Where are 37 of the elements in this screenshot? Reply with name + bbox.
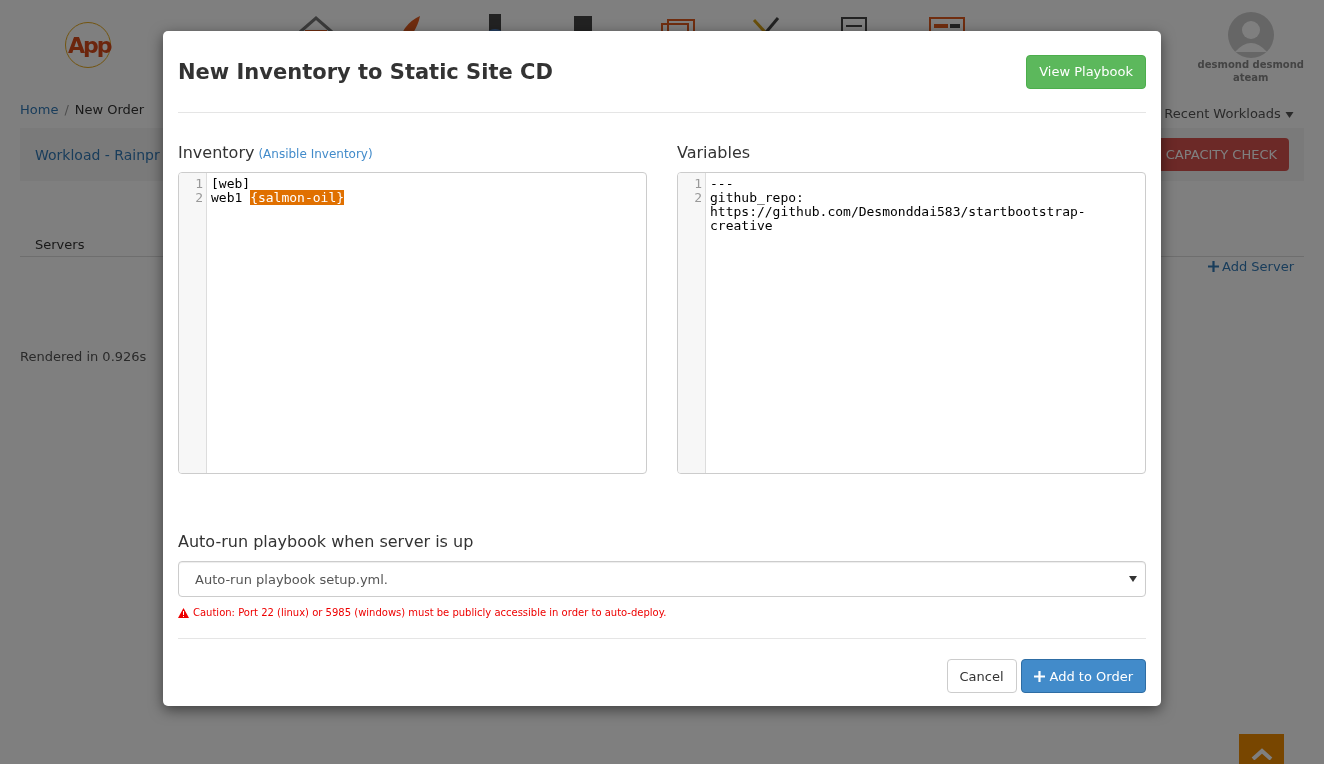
editor-label: Inventory [178,143,255,162]
line-number: 2 [194,191,204,205]
breadcrumb-separator: / [64,101,69,117]
render-time: Rendered in 0.926s [19,348,148,364]
tab[interactable]: Servers [20,233,100,256]
autorun-label: Auto-run playbook when server is up [178,532,475,551]
chevron-up-icon [1250,748,1273,760]
code-text: --- [710,176,734,191]
recent-workloads-dropdown[interactable]: Recent Workloads [1164,105,1294,121]
user-name: desmond desmond [1197,58,1304,71]
cancel-button[interactable]: Cancel [946,659,1017,693]
view-playbook-button[interactable]: View Playbook [1026,54,1146,89]
caution-text: Caution: Port 22 (linux) or 5985 (windows) must be publicly accessible in order to auto-deploy. [193,607,667,618]
add-to-order-button[interactable]: Add to Order [1020,659,1146,693]
warning-icon [178,607,189,618]
code-text: {salmon-oil} [250,190,345,205]
user-team: ateam [1233,71,1269,84]
code-editor[interactable]: 1 2 [web] web1 {salmon-oil} [178,172,647,474]
breadcrumb-item[interactable]: New Order [74,101,145,117]
code-editor[interactable]: 1 2 --- github_repo: https://github.com/Desmonddai583/startbootstrap-creative [677,172,1146,474]
code-text: web1 [211,190,244,205]
code-text: github_repo: https://github.com/Desmonddai583/startbootstrap-creative [710,190,1086,233]
breadcrumb-item[interactable]: Home [20,101,59,117]
ansible-inventory-link[interactable]: (Ansible Inventory) [258,147,373,161]
autorun-select[interactable]: Auto-run playbook setup.yml. [178,561,1146,597]
add-server-link[interactable]: Add Server [1208,259,1294,274]
caret-icon [1129,576,1137,582]
workload-title[interactable]: Workload - Rainpr [35,146,160,163]
line-number: 2 [693,191,703,205]
modal-title: New Inventory to Static Site CD [178,59,553,84]
code-text: [web] [211,176,251,191]
plus-icon [1033,670,1045,682]
editor-label: Variables [677,143,751,162]
plus-icon [1208,261,1220,272]
caret-icon [1285,111,1294,118]
line-number: 1 [194,177,204,191]
line-number: 1 [693,177,703,191]
